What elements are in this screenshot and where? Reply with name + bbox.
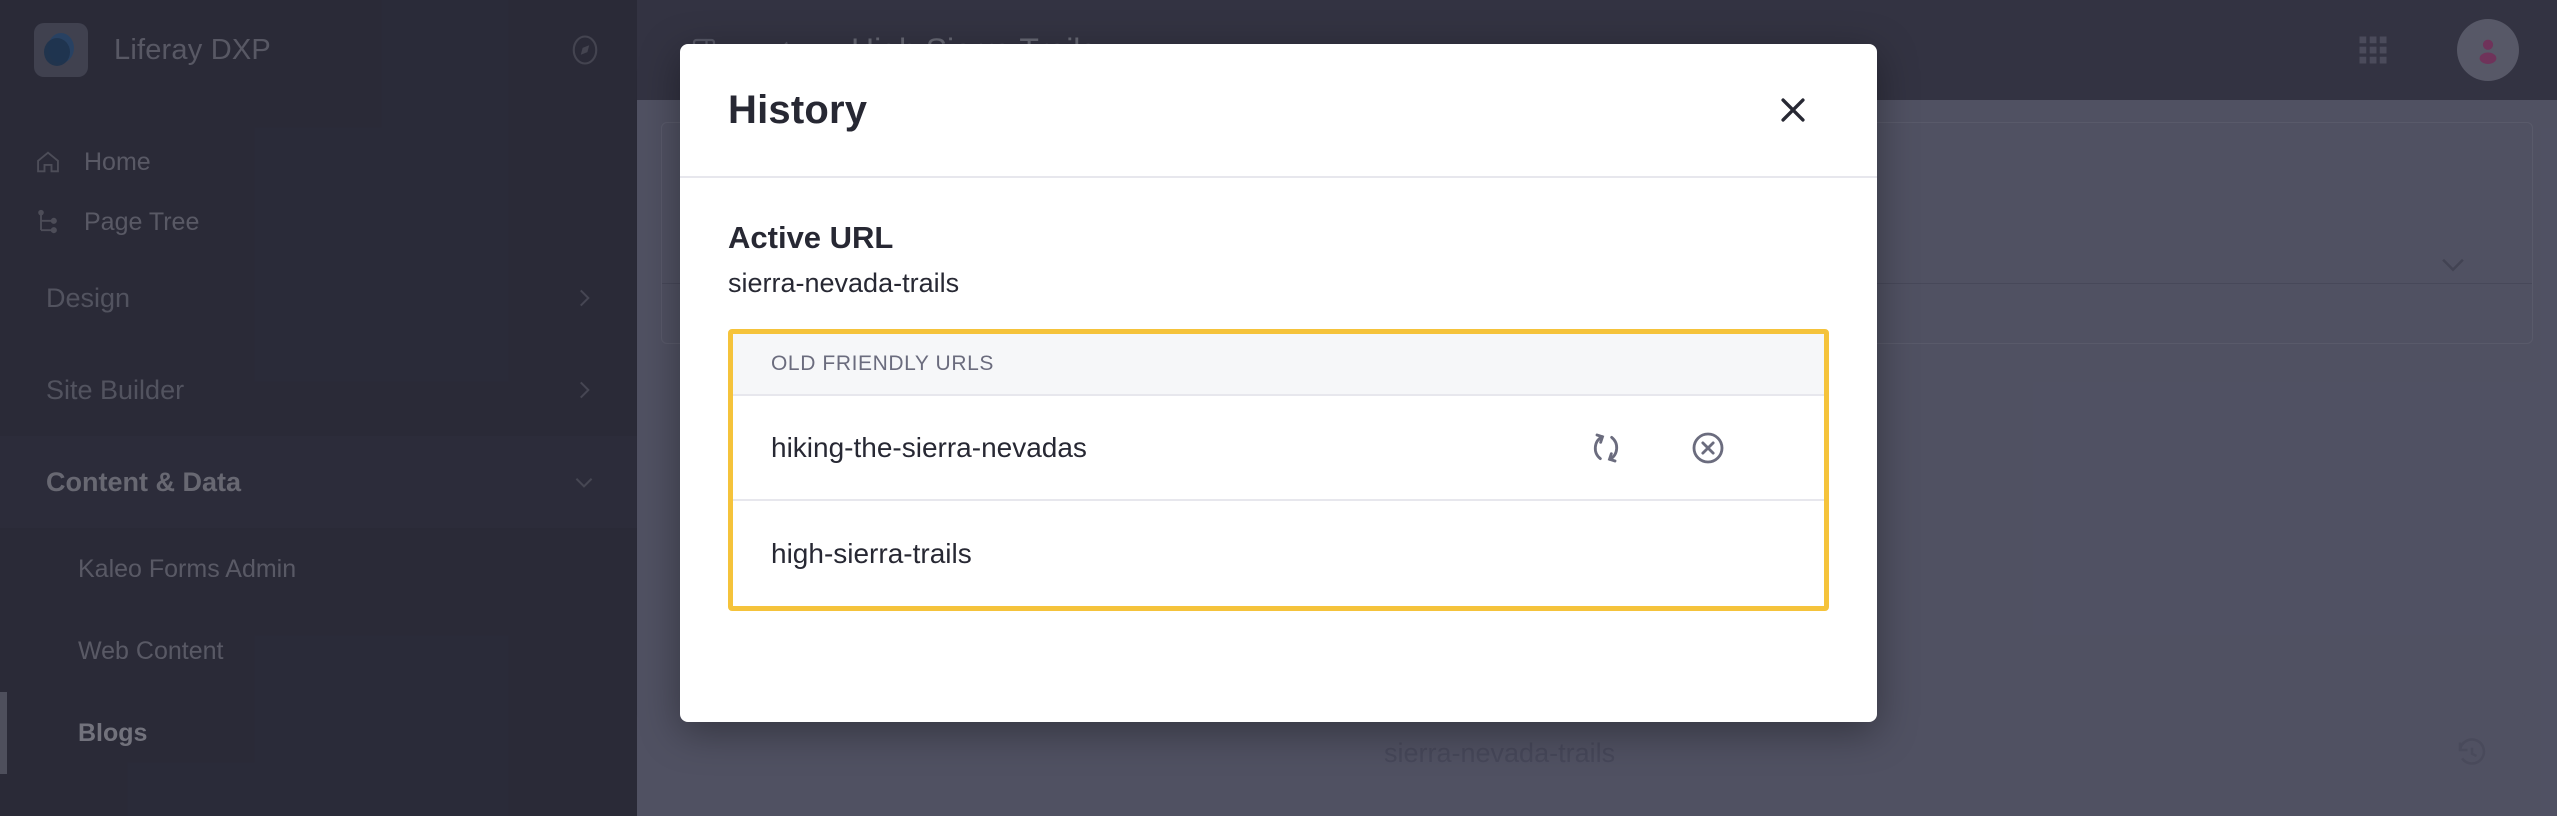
column-header-old-friendly-urls: Old Friendly URLs	[771, 352, 994, 375]
modal-title: History	[728, 87, 868, 132]
sidebar-scrim	[0, 0, 637, 816]
remove-circle-icon[interactable]	[1688, 428, 1728, 468]
old-url-value: hiking-the-sierra-nevadas	[771, 431, 1087, 463]
modal-body: Active URL sierra-nevada-trails Old Frie…	[680, 178, 1877, 611]
old-url-value: high-sierra-trails	[771, 537, 972, 569]
row-actions	[1586, 428, 1728, 468]
old-friendly-urls-table: Old Friendly URLs hiking-the-sierra-neva…	[728, 329, 1829, 611]
active-url-label: Active URL	[728, 220, 894, 255]
table-row[interactable]: high-sierra-trails	[733, 501, 1824, 606]
modal-header: History	[680, 44, 1877, 178]
table-header-row: Old Friendly URLs	[733, 334, 1824, 396]
close-icon	[1781, 98, 1805, 122]
close-button[interactable]	[1765, 82, 1821, 138]
history-modal: History Active URL sierra-nevada-trails …	[680, 44, 1877, 722]
restore-icon[interactable]	[1586, 428, 1626, 468]
table-row[interactable]: hiking-the-sierra-nevadas	[733, 396, 1824, 501]
active-url-value: sierra-nevada-trails	[728, 268, 960, 298]
